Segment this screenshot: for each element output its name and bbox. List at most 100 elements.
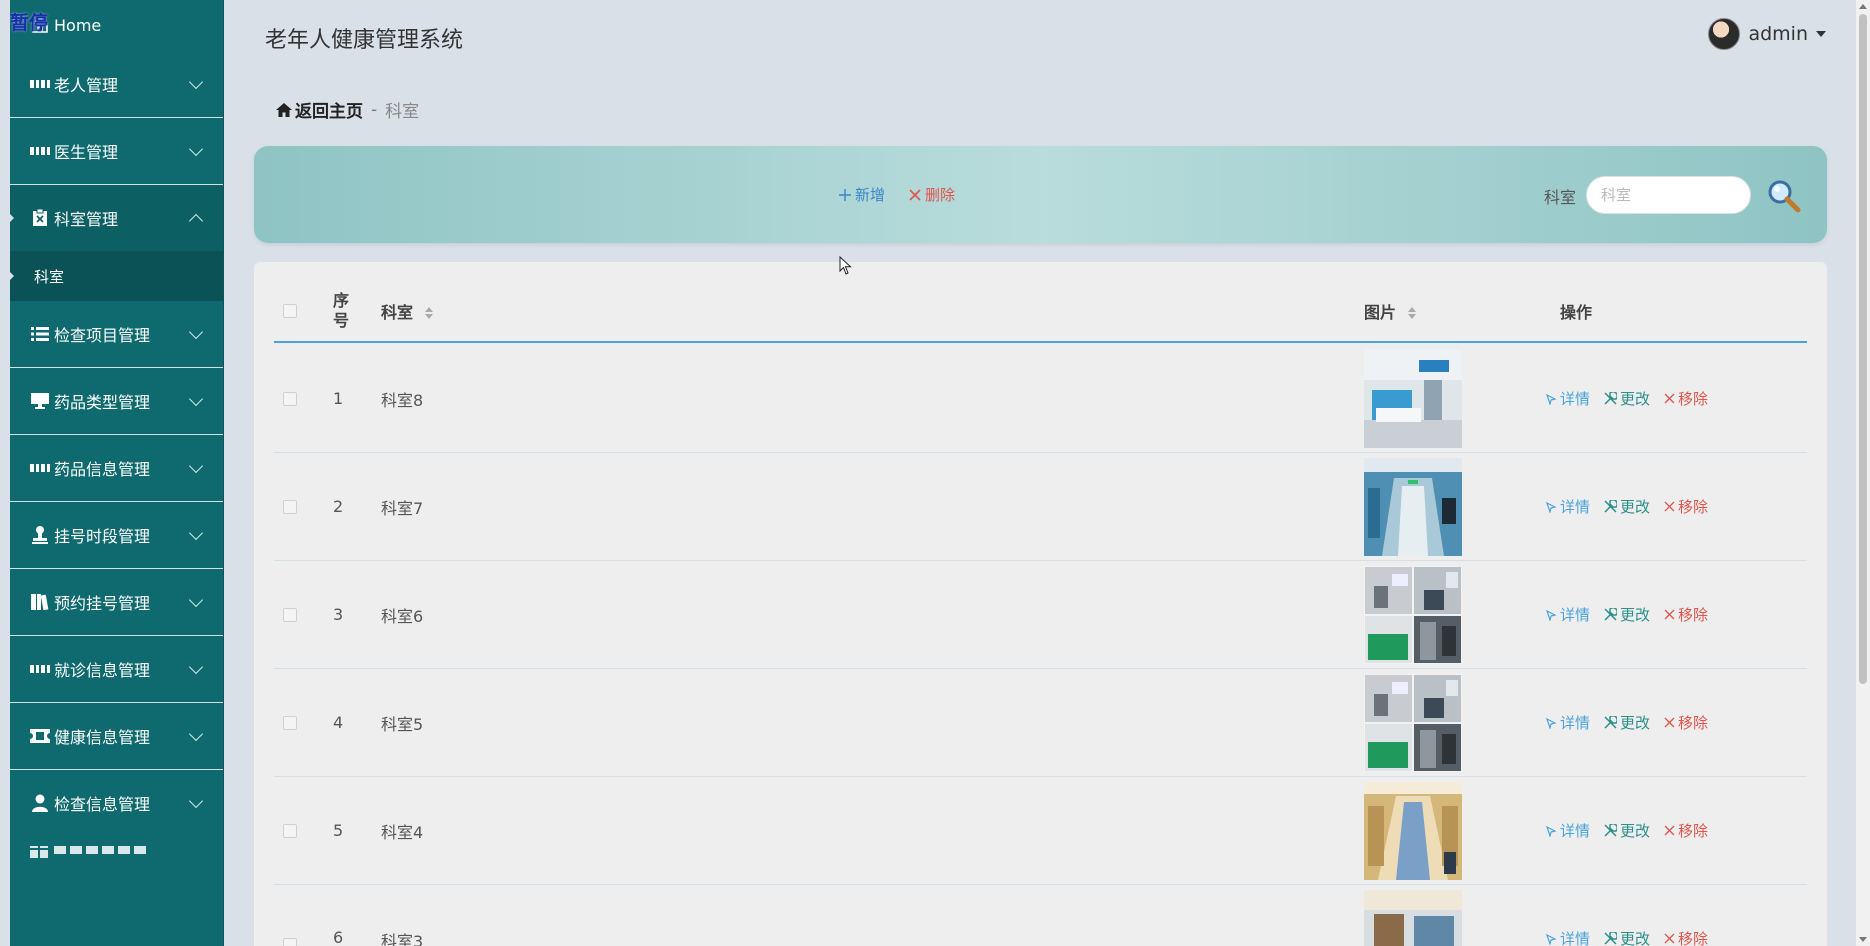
breadcrumb-separator: - <box>371 99 378 120</box>
row-name: 科室5 <box>381 714 424 734</box>
search-input[interactable] <box>1586 176 1751 214</box>
search-button[interactable] <box>1766 178 1802 214</box>
breadcrumb-home-label: 返回主页 <box>295 102 363 122</box>
row-checkbox[interactable] <box>283 391 297 406</box>
row-index: 6 <box>333 928 344 946</box>
add-button[interactable]: 新增 <box>839 184 885 205</box>
sidebar-item-label: 药品信息管理 <box>54 460 151 479</box>
plus-icon <box>839 188 851 201</box>
detail-label: 详情 <box>1560 390 1591 408</box>
chevron-up-icon <box>188 213 204 229</box>
sidebar-item-department[interactable]: 科室管理 <box>10 185 223 251</box>
select-all-checkbox[interactable] <box>283 303 297 318</box>
row-image[interactable] <box>1364 890 1462 946</box>
remove-button[interactable]: 移除 <box>1664 712 1708 733</box>
sidebar-item-partial <box>30 846 203 858</box>
breadcrumb-current: 科室 <box>385 102 420 122</box>
row-actions: 详情 更改 移除 <box>1545 712 1708 733</box>
sidebar-item-time-slot[interactable]: 挂号时段管理 <box>10 502 223 568</box>
edit-label: 更改 <box>1620 606 1651 624</box>
grid-icon <box>30 459 50 477</box>
edit-button[interactable]: 更改 <box>1604 712 1650 733</box>
sidebar-item-visit-info[interactable]: 就诊信息管理 <box>10 636 223 702</box>
sidebar-item-label: 老人管理 <box>54 76 119 95</box>
detail-label: 详情 <box>1560 822 1591 840</box>
remove-button[interactable]: 移除 <box>1664 820 1708 841</box>
header-image-label: 图片 <box>1364 302 1397 322</box>
scroll-down-icon[interactable] <box>1859 937 1867 942</box>
header-name[interactable]: 科室 <box>381 299 433 323</box>
remove-button[interactable]: 移除 <box>1664 928 1708 946</box>
remove-label: 移除 <box>1678 606 1709 624</box>
app-title: 老年人健康管理系统 <box>265 28 464 53</box>
row-checkbox[interactable] <box>283 823 297 838</box>
edit-button[interactable]: 更改 <box>1604 388 1650 409</box>
detail-button[interactable]: 详情 <box>1545 604 1590 625</box>
sidebar-item-exam-info[interactable]: 检查信息管理 <box>10 770 223 836</box>
remove-button[interactable]: 移除 <box>1664 388 1708 409</box>
sidebar-subitem-department[interactable]: 科室 <box>10 251 223 301</box>
edit-button[interactable]: 更改 <box>1604 928 1650 946</box>
header-image[interactable]: 图片 <box>1364 299 1416 323</box>
header-name-label: 科室 <box>381 302 414 322</box>
row-index: 3 <box>333 605 344 624</box>
mouse-cursor-icon <box>839 256 852 275</box>
home-icon <box>276 102 292 117</box>
detail-button[interactable]: 详情 <box>1545 820 1590 841</box>
remove-label: 移除 <box>1678 498 1709 516</box>
scroll-thumb[interactable] <box>1859 14 1867 684</box>
row-image[interactable] <box>1364 673 1462 772</box>
wrench-icon <box>1604 608 1618 621</box>
table-header: 序号 科室 图片 操作 <box>274 280 1807 343</box>
sidebar-item-doctor[interactable]: 医生管理 <box>10 118 223 184</box>
scroll-up-icon[interactable] <box>1859 4 1867 9</box>
sidebar-item-label: 预约挂号管理 <box>54 594 151 613</box>
detail-button[interactable]: 详情 <box>1545 928 1590 946</box>
chevron-down-icon <box>188 74 204 90</box>
row-name: 科室8 <box>381 390 424 410</box>
detail-button[interactable]: 详情 <box>1545 496 1590 517</box>
wrench-icon <box>1604 932 1618 945</box>
edit-label: 更改 <box>1620 822 1651 840</box>
row-image[interactable] <box>1364 349 1462 448</box>
add-button-label: 新增 <box>855 186 886 204</box>
row-actions: 详情 更改 移除 <box>1545 388 1708 409</box>
row-name: 科室6 <box>381 606 424 626</box>
chevron-down-icon <box>188 391 204 407</box>
detail-button[interactable]: 详情 <box>1545 712 1590 733</box>
row-checkbox[interactable] <box>283 607 297 622</box>
row-image[interactable] <box>1364 565 1462 664</box>
row-image[interactable] <box>1364 457 1462 556</box>
sidebar-item-appointment[interactable]: 预约挂号管理 <box>10 569 223 635</box>
wrench-icon <box>1604 824 1618 837</box>
sidebar-item-label: Home <box>54 15 102 35</box>
edit-button[interactable]: 更改 <box>1604 496 1650 517</box>
edit-button[interactable]: 更改 <box>1604 820 1650 841</box>
sidebar-item-exam-items[interactable]: 检查项目管理 <box>10 301 223 367</box>
user-menu[interactable]: admin <box>1708 18 1826 50</box>
sidebar-item-drug-type[interactable]: 药品类型管理 <box>10 368 223 434</box>
detail-button[interactable]: 详情 <box>1545 388 1590 409</box>
sidebar-item-drug-info[interactable]: 药品信息管理 <box>10 435 223 501</box>
close-icon <box>1664 717 1675 728</box>
page-scrollbar[interactable] <box>1856 0 1870 946</box>
close-icon <box>909 188 921 201</box>
edit-button[interactable]: 更改 <box>1604 604 1650 625</box>
row-index: 4 <box>333 713 344 732</box>
row-checkbox[interactable] <box>283 938 297 946</box>
pointer-icon <box>1545 609 1557 621</box>
remove-button[interactable]: 移除 <box>1664 604 1708 625</box>
delete-button[interactable]: 删除 <box>909 184 955 205</box>
close-icon <box>1664 609 1675 620</box>
row-checkbox[interactable] <box>283 715 297 730</box>
chevron-down-icon <box>188 324 204 340</box>
sidebar-item-elderly[interactable]: 老人管理 <box>10 51 223 117</box>
breadcrumb-home[interactable]: 返回主页 <box>276 97 363 122</box>
row-image[interactable] <box>1364 781 1462 880</box>
ticket-icon <box>30 727 50 745</box>
remove-button[interactable]: 移除 <box>1664 496 1708 517</box>
list-icon <box>30 325 50 343</box>
row-checkbox[interactable] <box>283 499 297 514</box>
sidebar-item-health-info[interactable]: 健康信息管理 <box>10 703 223 769</box>
table-row: 2 科室7 详情 更改 移除 <box>274 453 1807 561</box>
